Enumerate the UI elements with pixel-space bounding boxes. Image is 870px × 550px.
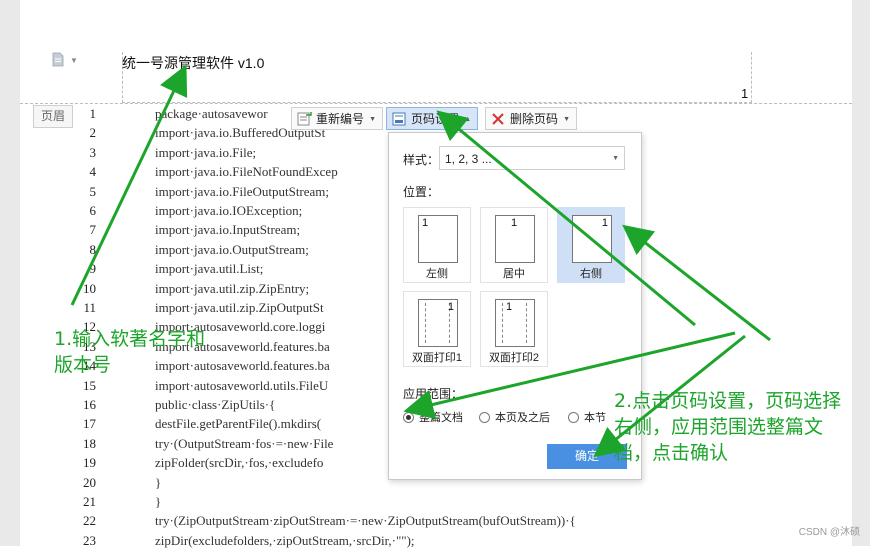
step2-line1: 2.点击页码设置，页码选择 <box>614 390 842 412</box>
step2-line2: 右侧，应用范围选整篇文 <box>614 416 824 438</box>
arrow-to-header <box>70 64 188 306</box>
step1-line1: 1.输入软著名字和 <box>54 328 206 350</box>
step2-annotation: 2.点击页码设置，页码选择 右侧，应用范围选整篇文 档，点击确认 <box>614 388 841 466</box>
arrow-to-page-setup <box>436 110 696 327</box>
step2-line3: 档，点击确认 <box>614 442 729 464</box>
arrow-to-right-position <box>622 224 771 342</box>
step1-line2: 版本号 <box>54 354 112 376</box>
step1-annotation: 1.输入软著名字和 版本号 <box>54 326 205 378</box>
watermark: CSDN @沐硕 <box>798 527 860 538</box>
